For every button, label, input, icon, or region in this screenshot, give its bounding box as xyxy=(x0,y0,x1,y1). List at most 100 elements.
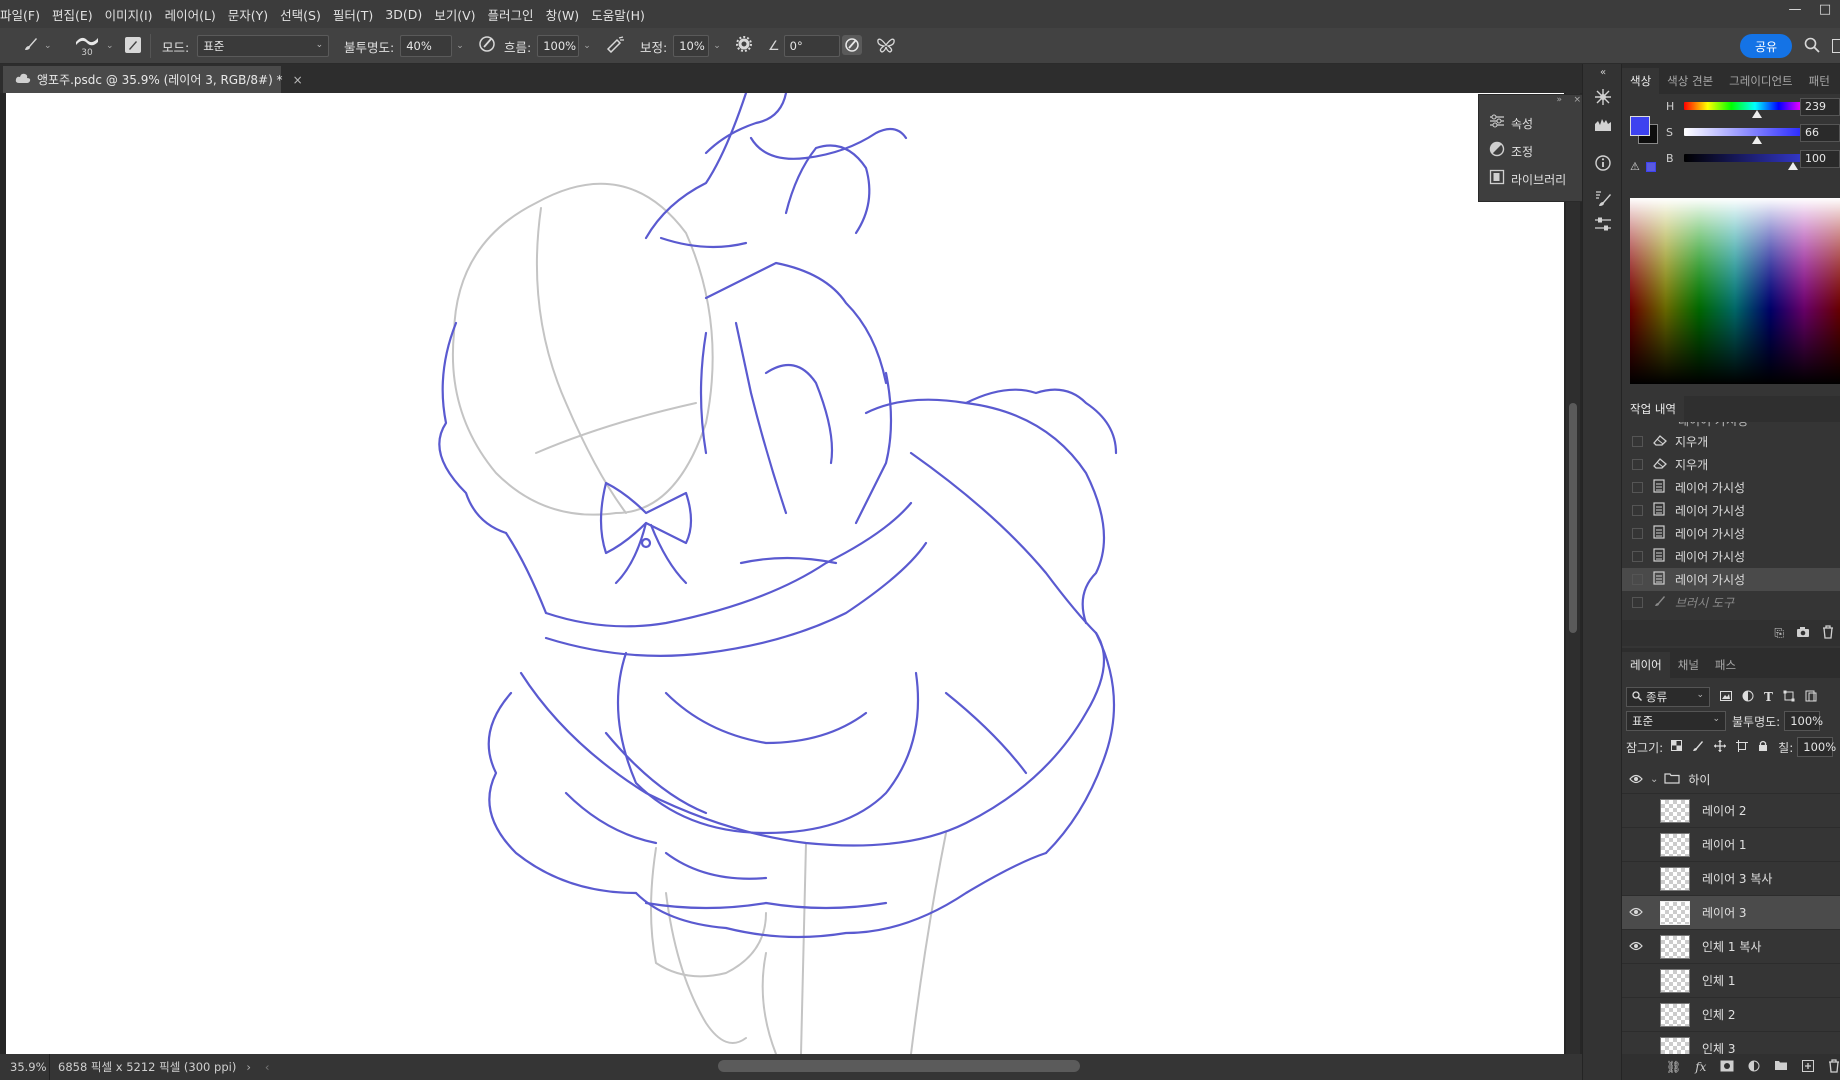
layer-row[interactable]: 인체 3 xyxy=(1622,1032,1840,1054)
menu-view[interactable]: 보기(V) xyxy=(428,5,481,24)
adjustments-panel-item[interactable]: 조정 xyxy=(1479,137,1585,165)
libraries-panel-item[interactable]: 라이브러리 xyxy=(1479,165,1585,193)
layer-row-selected[interactable]: 레이어 3 xyxy=(1622,896,1840,930)
history-item-selected[interactable]: 레이어 가시성 xyxy=(1622,568,1840,591)
brightness-slider-thumb[interactable] xyxy=(1788,162,1798,170)
lock-transparent-icon[interactable] xyxy=(1671,740,1683,754)
menu-select[interactable]: 선택(S) xyxy=(274,5,327,24)
history-item[interactable]: 레이어 가시성 xyxy=(1622,522,1840,545)
layer-opacity-input[interactable]: 100% xyxy=(1784,711,1823,731)
trash-icon[interactable] xyxy=(1828,1058,1840,1076)
blend-mode-select[interactable]: 표준 ⌄ xyxy=(1626,711,1726,731)
menu-window[interactable]: 창(W) xyxy=(540,5,586,24)
saturation-input[interactable]: 66 xyxy=(1800,124,1840,142)
symmetry-button[interactable] xyxy=(876,28,896,64)
flow-input[interactable]: 100% xyxy=(537,35,580,57)
new-layer-icon[interactable] xyxy=(1802,1059,1815,1075)
eye-icon[interactable] xyxy=(1622,906,1650,920)
toggle-brush-settings-button[interactable] xyxy=(124,28,142,64)
history-checkbox[interactable] xyxy=(1632,574,1643,585)
history-item[interactable]: 레이어 가시성 xyxy=(1622,545,1840,568)
menu-type[interactable]: 문자(Y) xyxy=(222,5,274,24)
layer-row[interactable]: 인체 1 xyxy=(1622,964,1840,998)
lock-artboard-icon[interactable] xyxy=(1736,739,1749,755)
history-item[interactable]: 레이어 가시성 xyxy=(1622,499,1840,522)
tab-gradients[interactable]: 그레이디언트 xyxy=(1721,68,1800,94)
close-tab-icon[interactable]: × xyxy=(293,73,303,87)
history-item[interactable]: 레이어 가시성 xyxy=(1622,476,1840,499)
eye-icon[interactable] xyxy=(1622,940,1650,954)
angle-input[interactable]: 0° xyxy=(783,35,840,57)
adjustment-filter-icon[interactable] xyxy=(1742,690,1754,705)
scroll-left-icon[interactable]: ‹ xyxy=(265,1060,270,1074)
panel-collapse-icon[interactable]: » × xyxy=(1479,95,1585,109)
type-filter-icon[interactable]: T xyxy=(1764,690,1773,704)
history-item[interactable]: 지우개 xyxy=(1622,453,1840,476)
menu-3d[interactable]: 3D(D) xyxy=(379,7,428,22)
fx-icon[interactable]: fx xyxy=(1695,1060,1706,1074)
chevron-down-icon[interactable]: ⌄ xyxy=(583,41,591,51)
gear-icon[interactable] xyxy=(735,35,753,57)
airbrush-icon[interactable] xyxy=(605,35,625,57)
menu-image[interactable]: 이미지(I) xyxy=(99,5,159,24)
history-checkbox[interactable] xyxy=(1632,459,1643,470)
document-tab[interactable]: 앵포주.psdc @ 35.9% (레이어 3, RGB/8#) * × xyxy=(3,66,303,93)
web-color-icon[interactable] xyxy=(1646,162,1656,172)
info-icon[interactable] xyxy=(1592,154,1614,176)
history-checkbox[interactable] xyxy=(1632,482,1643,493)
chevron-down-icon[interactable]: ⌄ xyxy=(713,41,721,51)
fill-input[interactable]: 100% xyxy=(1797,737,1836,757)
shape-filter-icon[interactable] xyxy=(1783,690,1795,705)
horizontal-scroll-thumb[interactable] xyxy=(718,1060,1080,1072)
menu-plugins[interactable]: 플러그인 xyxy=(482,5,540,24)
link-icon[interactable]: ⛓ xyxy=(1666,1060,1681,1074)
layer-filter-select[interactable]: 종류 ⌄ xyxy=(1626,687,1710,707)
history-checkbox[interactable] xyxy=(1632,436,1643,447)
tab-channels[interactable]: 채널 xyxy=(1670,652,1707,678)
history-item[interactable]: 지우개 xyxy=(1622,430,1840,453)
menu-layer[interactable]: 레이어(L) xyxy=(159,5,222,24)
smart-object-filter-icon[interactable] xyxy=(1805,690,1817,705)
new-group-icon[interactable] xyxy=(1774,1060,1788,1074)
color-spectrum[interactable] xyxy=(1630,198,1840,384)
layer-row[interactable]: 레이어 3 복사 xyxy=(1622,862,1840,896)
lock-position-icon[interactable] xyxy=(1714,739,1727,755)
gamut-warning-icon[interactable]: ⚠ xyxy=(1630,160,1640,173)
chevron-down-icon[interactable]: ⌄ xyxy=(456,41,464,51)
history-checkbox[interactable] xyxy=(1632,551,1643,562)
chevron-down-icon[interactable]: ⌄ xyxy=(1650,774,1658,785)
eye-icon[interactable] xyxy=(1622,773,1650,787)
tab-history[interactable]: 작업 내역 xyxy=(1622,396,1684,422)
brightness-input[interactable]: 100 xyxy=(1800,150,1840,168)
menu-filter[interactable]: 필터(T) xyxy=(327,5,379,24)
tab-swatches[interactable]: 색상 견본 xyxy=(1659,68,1721,94)
smoothing-input[interactable]: 10% xyxy=(673,35,710,57)
pressure-size-button[interactable] xyxy=(842,28,862,64)
share-button[interactable]: 공유 xyxy=(1740,34,1792,58)
camera-icon[interactable] xyxy=(1796,626,1810,641)
layer-group-row[interactable]: ⌄ 하이 xyxy=(1622,766,1840,794)
adjust-sliders-icon[interactable] xyxy=(1592,216,1614,238)
layer-row[interactable]: 인체 1 복사 xyxy=(1622,930,1840,964)
minimize-button[interactable]: — xyxy=(1780,0,1810,22)
foreground-color-swatch[interactable] xyxy=(1630,116,1650,136)
new-document-from-state-icon[interactable]: ⎘ xyxy=(1774,626,1784,641)
mask-icon[interactable] xyxy=(1720,1060,1734,1075)
search-button[interactable] xyxy=(1804,28,1820,64)
brush-settings-panel-icon[interactable] xyxy=(1592,190,1614,212)
hue-input[interactable]: 239 xyxy=(1800,98,1840,116)
properties-panel-item[interactable]: 속성 xyxy=(1479,109,1585,137)
canvas-vertical-scrollbar[interactable] xyxy=(1566,93,1580,1054)
maximize-button[interactable]: □ xyxy=(1810,0,1840,22)
adjustment-layer-icon[interactable] xyxy=(1748,1060,1760,1075)
pressure-opacity-icon[interactable] xyxy=(478,35,496,57)
lock-all-icon[interactable] xyxy=(1758,740,1768,755)
menu-help[interactable]: 도움말(H) xyxy=(585,5,651,24)
mode-select[interactable]: 표준 ⌄ xyxy=(197,35,330,57)
compass-icon[interactable] xyxy=(1592,88,1614,110)
document-canvas[interactable] xyxy=(6,93,1564,1054)
brush-picker-caret[interactable]: ⌄ xyxy=(106,28,114,64)
layer-row[interactable]: 레이어 2 xyxy=(1622,794,1840,828)
hue-slider-thumb[interactable] xyxy=(1752,110,1762,118)
lock-pixels-icon[interactable] xyxy=(1692,740,1704,755)
